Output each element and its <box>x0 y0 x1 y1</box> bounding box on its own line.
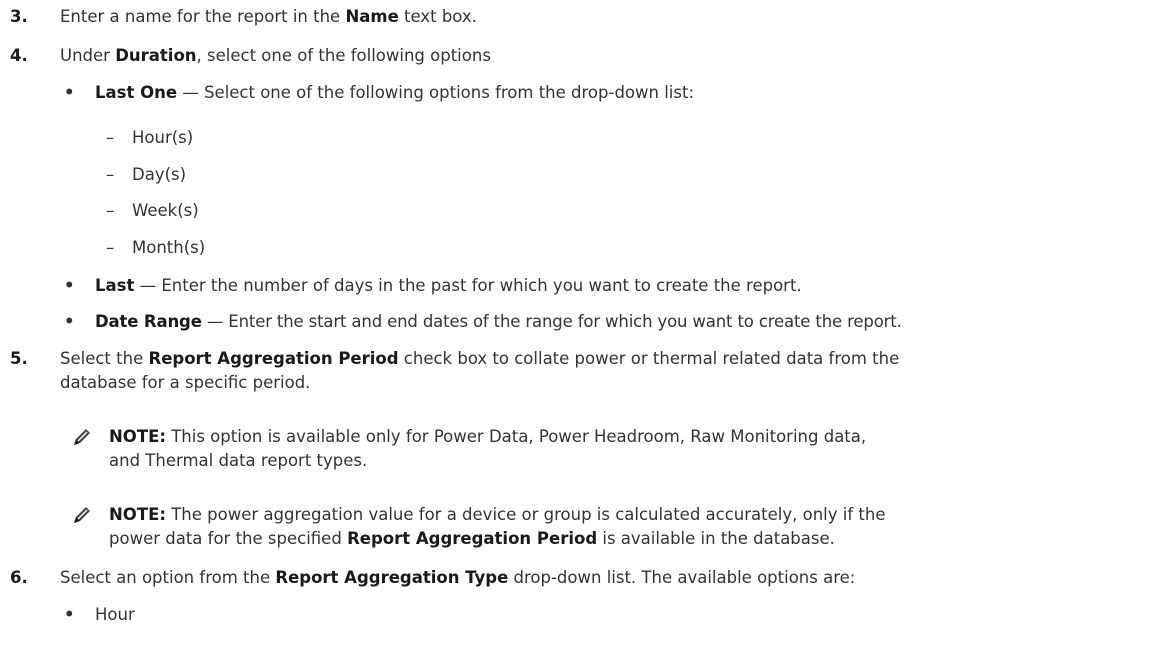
note-text: NOTE: The power aggregation value for a … <box>109 505 886 524</box>
dash-mark: – <box>106 201 115 220</box>
bullet-text: Last One — Select one of the following o… <box>95 83 695 102</box>
ui-term-report-aggregation-type: Report Aggregation Type <box>275 568 509 587</box>
option-label: Week(s) <box>132 201 199 220</box>
pencil-note-icon <box>74 507 90 523</box>
bullet-mark: • <box>64 83 75 102</box>
option-label: Hour(s) <box>132 128 194 147</box>
pencil-note-icon <box>74 429 90 445</box>
dash-mark: – <box>106 238 115 257</box>
bullet-mark: • <box>64 276 75 295</box>
step-text: Under Duration, select one of the follow… <box>60 46 491 65</box>
document-page: 3. Enter a name for the report in the Na… <box>10 7 902 624</box>
step-number: 6. <box>10 568 28 587</box>
bullet-text: Last — Enter the number of days in the p… <box>95 276 802 295</box>
ui-term-duration: Duration <box>115 46 197 65</box>
note-text: NOTE: This option is available only for … <box>109 427 867 446</box>
dash-mark: – <box>106 165 115 184</box>
ui-term-report-aggregation-period: Report Aggregation Period <box>148 349 399 368</box>
step-text: Select an option from the Report Aggrega… <box>60 568 856 587</box>
step-number: 3. <box>10 7 28 26</box>
bullet-text: Date Range — Enter the start and end dat… <box>95 312 902 331</box>
bullet-mark: • <box>64 605 75 624</box>
note-label: NOTE: <box>109 505 166 524</box>
option-label: Month(s) <box>132 238 206 257</box>
bullet-text: Hour <box>95 605 135 624</box>
step-number: 5. <box>10 349 28 368</box>
ui-term-name: Name <box>345 7 399 26</box>
step-number: 4. <box>10 46 28 65</box>
note-label: NOTE: <box>109 427 166 446</box>
step-text: Select the Report Aggregation Period che… <box>60 349 900 368</box>
option-label: Day(s) <box>132 165 187 184</box>
dash-mark: – <box>106 128 115 147</box>
bullet-mark: • <box>64 312 75 331</box>
step-text: Enter a name for the report in the Name … <box>60 7 477 26</box>
